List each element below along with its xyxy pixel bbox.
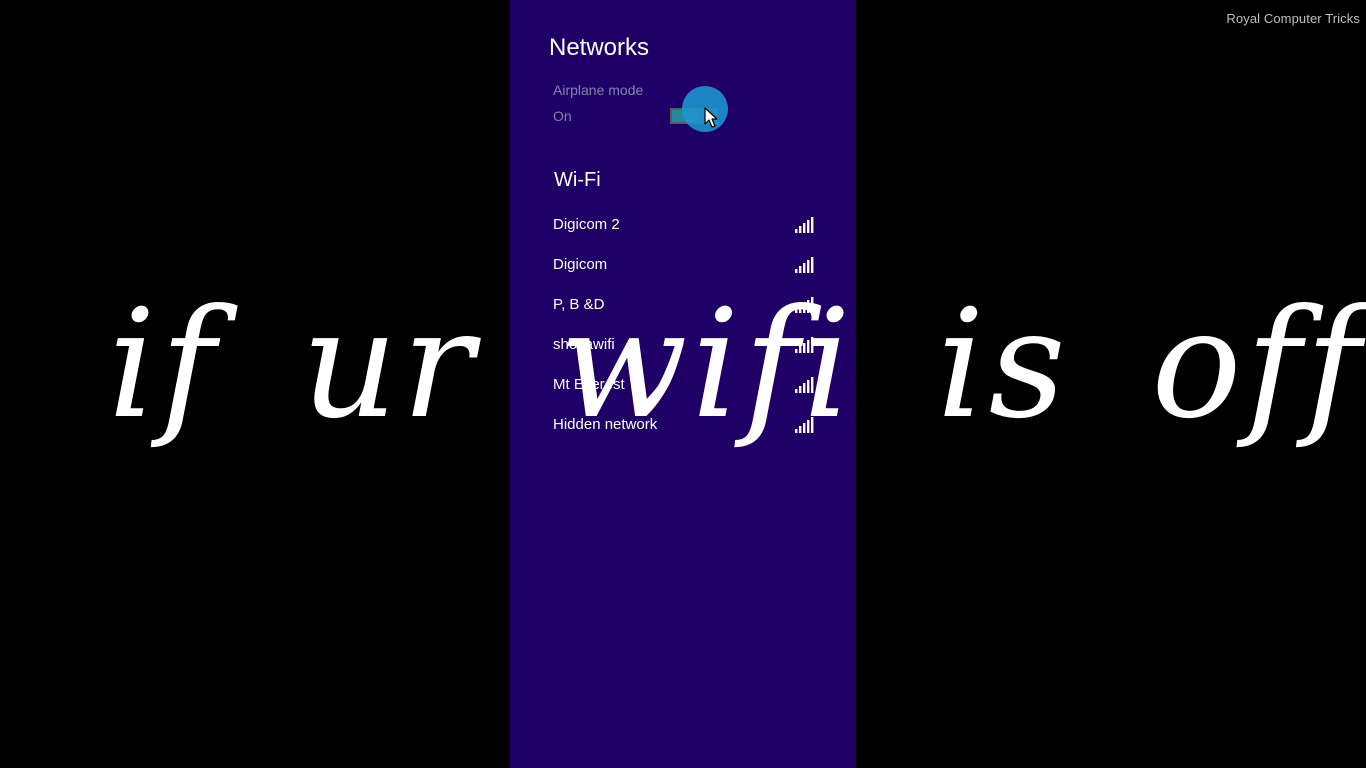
watermark: Royal Computer Tricks: [1226, 11, 1360, 26]
mouse-pointer-icon: [704, 107, 718, 128]
networks-panel: Networks Airplane mode On Wi-Fi Digicom …: [510, 0, 856, 768]
airplane-mode-state: On: [553, 108, 572, 124]
wifi-signal-icon: [795, 257, 814, 273]
wifi-network-item[interactable]: Digicom: [510, 244, 856, 284]
wifi-signal-icon: [795, 337, 814, 353]
wifi-network-name: shovawifi: [553, 336, 615, 353]
wifi-signal-icon: [795, 417, 814, 433]
wifi-signal-icon: [795, 377, 814, 393]
wifi-network-item[interactable]: Hidden network: [510, 404, 856, 444]
wifi-heading: Wi-Fi: [554, 169, 601, 191]
wifi-network-name: Digicom 2: [553, 216, 620, 233]
wifi-network-item[interactable]: Digicom 2: [510, 204, 856, 244]
wifi-signal-icon: [795, 217, 814, 233]
airplane-mode-label: Airplane mode: [553, 82, 644, 98]
panel-title: Networks: [549, 34, 650, 61]
wifi-network-list: Digicom 2 Digicom P, B &D shovawifi Mt Evere…: [510, 204, 856, 444]
wifi-network-name: Mt Everest: [553, 376, 625, 393]
wifi-network-name: Digicom: [553, 256, 608, 273]
wifi-network-item[interactable]: Mt Everest: [510, 364, 856, 404]
screen: Royal Computer Tricks Networks Airplane …: [0, 0, 1366, 768]
wifi-signal-icon: [795, 297, 814, 313]
wifi-network-item[interactable]: shovawifi: [510, 324, 856, 364]
wifi-network-name: Hidden network: [553, 416, 658, 433]
wifi-network-name: P, B &D: [553, 296, 605, 313]
wifi-network-item[interactable]: P, B &D: [510, 284, 856, 324]
